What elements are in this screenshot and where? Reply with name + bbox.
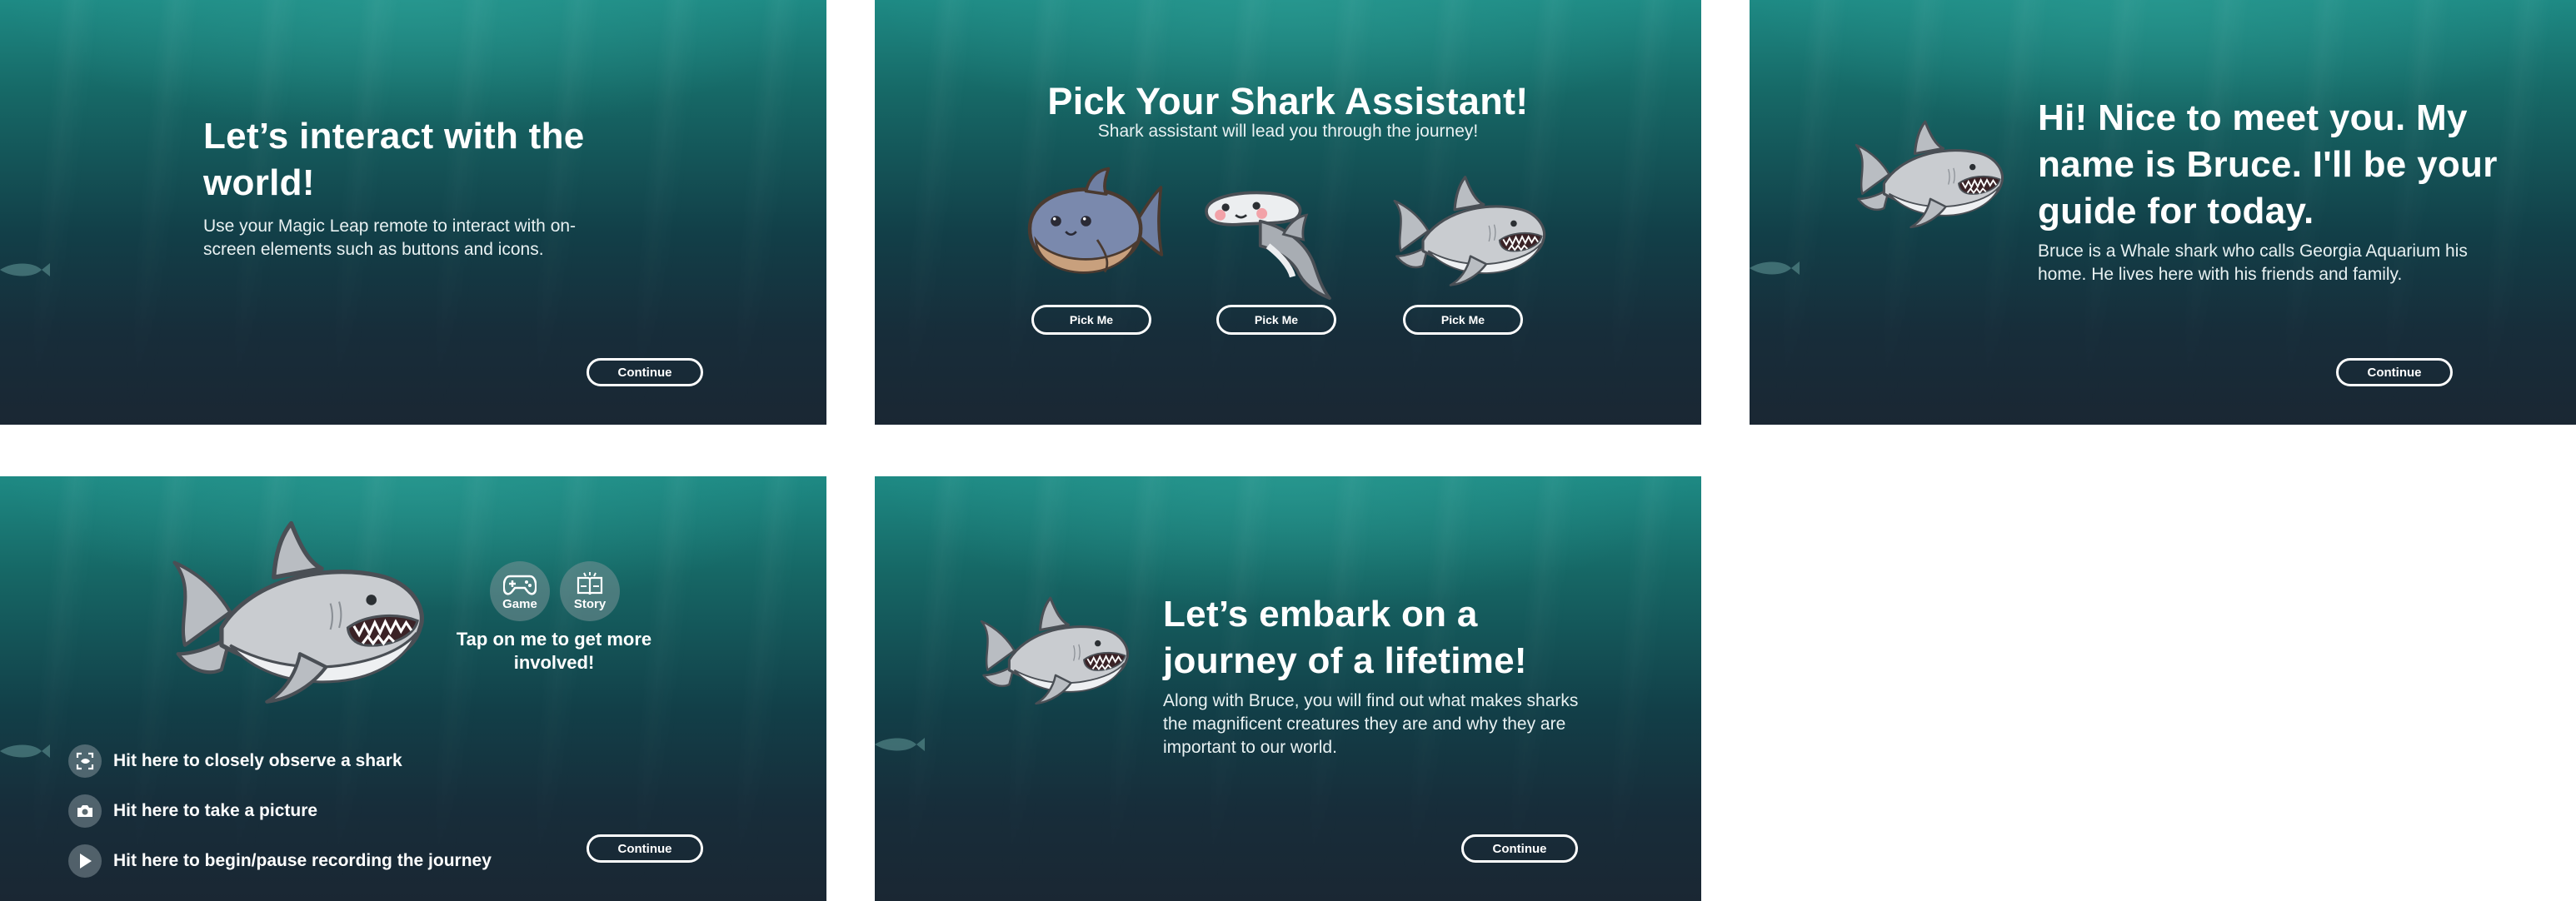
continue-button[interactable]: Continue (2336, 358, 2453, 386)
page-body-text: Bruce is a Whale shark who calls Georgia… (2038, 241, 2468, 284)
pick-me-button-3[interactable]: Pick Me (1403, 305, 1523, 335)
game-button[interactable]: Game (490, 561, 550, 621)
bruce-shark-icon (1853, 117, 2008, 230)
grey-shark-icon[interactable] (1391, 172, 1550, 288)
game-label: Game (502, 597, 537, 611)
panel-meet-bruce: Hi! Nice to meet you. My name is Bruce. … (1750, 0, 2576, 425)
story-button[interactable]: Story (560, 561, 620, 621)
continue-button[interactable]: Continue (587, 358, 703, 386)
bruce-shark-icon (978, 593, 1133, 706)
page-title: Let’s interact with the world! (203, 116, 585, 203)
action-label: Hit here to closely observe a shark (113, 751, 402, 770)
observe-icon (68, 744, 102, 778)
panel-pick-assistant: Pick Your Shark Assistant! Shark assista… (875, 0, 1701, 425)
play-icon (68, 844, 102, 878)
light-rays (0, 0, 826, 425)
continue-button[interactable]: Continue (587, 834, 703, 863)
cute-shark-icon[interactable] (1015, 167, 1165, 283)
background-fish-icon (0, 260, 50, 280)
action-camera[interactable]: Hit here to take a picture (68, 794, 317, 828)
panel-controls: Game Story Tap on me to get more involve… (0, 476, 826, 901)
gamepad-icon (503, 575, 537, 595)
action-label: Hit here to begin/pause recording the jo… (113, 851, 492, 870)
pick-me-button-2[interactable]: Pick Me (1216, 305, 1336, 335)
action-record[interactable]: Hit here to begin/pause recording the jo… (68, 844, 492, 878)
story-label: Story (573, 597, 607, 611)
background-fish-icon (0, 741, 50, 761)
bruce-shark-icon[interactable] (167, 515, 433, 706)
background-fish-icon (875, 734, 925, 754)
pick-me-button-1[interactable]: Pick Me (1031, 305, 1151, 335)
panel-embark: Let’s embark on a journey of a lifetime!… (875, 476, 1701, 901)
panel-interact: Let’s interact with the world! Use your … (0, 0, 826, 425)
page-body-text: Use your Magic Leap remote to interact w… (203, 217, 577, 259)
story-book-icon (577, 572, 603, 595)
background-fish-icon (1750, 258, 1800, 278)
page-body-text: Along with Bruce, you will find out what… (1163, 691, 1579, 757)
action-observe[interactable]: Hit here to closely observe a shark (68, 744, 402, 778)
tap-hint-text: Tap on me to get more involved! (456, 629, 652, 673)
page-title: Hi! Nice to meet you. My name is Bruce. … (2038, 97, 2498, 231)
continue-button[interactable]: Continue (1461, 834, 1578, 863)
page-subtitle: Shark assistant will lead you through th… (1097, 122, 1479, 141)
page-title: Let’s embark on a journey of a lifetime! (1163, 594, 1527, 681)
hammerhead-shark-icon[interactable] (1195, 177, 1341, 300)
camera-icon (68, 794, 102, 828)
page-title: Pick Your Shark Assistant! (1047, 80, 1529, 122)
action-label: Hit here to take a picture (113, 801, 318, 820)
